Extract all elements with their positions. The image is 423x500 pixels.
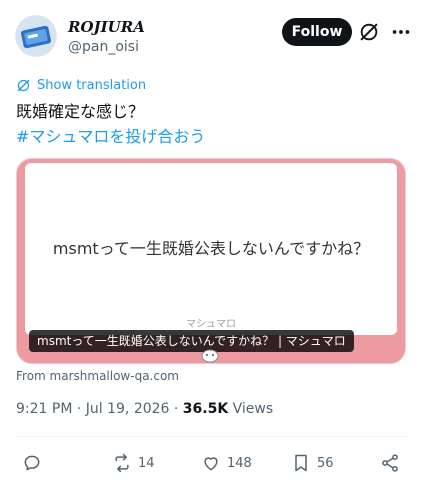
show-translation-link[interactable]: Show translation bbox=[16, 78, 146, 93]
card-brand-text: マシュマロ bbox=[186, 319, 236, 330]
show-translation-label: Show translation bbox=[37, 78, 147, 93]
like-button[interactable]: 148 bbox=[201, 446, 252, 480]
share-button[interactable] bbox=[380, 446, 400, 480]
repost-count: 14 bbox=[138, 455, 155, 471]
card-source-link[interactable]: From marshmallow-qa.com bbox=[16, 369, 179, 383]
bookmark-count: 56 bbox=[317, 455, 334, 471]
reply-icon bbox=[24, 455, 40, 471]
action-bar: 14 148 56 bbox=[0, 446, 423, 480]
tweet-text-line: 既婚確定な感じ？ bbox=[16, 102, 145, 121]
share-icon bbox=[382, 454, 398, 472]
tweet-timestamp[interactable]: 9:21 PM · Jul 19, 2026 · bbox=[16, 401, 183, 417]
translate-icon bbox=[17, 79, 30, 92]
link-card[interactable]: msmtって一生既婚公表しないんですかね？ マシュマロ msmtって一生既婚公表… bbox=[16, 158, 406, 364]
repost-button[interactable]: 14 bbox=[112, 446, 155, 480]
like-count: 148 bbox=[227, 455, 252, 471]
bookmark-icon bbox=[295, 454, 307, 472]
heart-icon bbox=[204, 457, 218, 471]
reply-button[interactable] bbox=[22, 446, 48, 480]
card-question-text: msmtって一生既婚公表しないんですかね？ bbox=[52, 239, 370, 258]
grok-icon[interactable] bbox=[358, 21, 380, 43]
tweet-text: 既婚確定な感じ？ #マシュマロを投げ合おう bbox=[16, 99, 205, 149]
views-label: Views bbox=[228, 401, 274, 417]
user-handle[interactable]: @pan_oisi bbox=[68, 39, 139, 55]
tweet-meta: 9:21 PM · Jul 19, 2026 · 36.5K Views bbox=[16, 401, 273, 417]
views-count: 36.5K bbox=[182, 401, 229, 417]
bookmark-button[interactable]: 56 bbox=[291, 446, 334, 480]
divider bbox=[16, 436, 406, 437]
hashtag-link[interactable]: #マシュマロを投げ合おう bbox=[16, 124, 205, 149]
follow-button[interactable]: Follow bbox=[282, 18, 352, 46]
marshmallow-mascot-icon bbox=[201, 349, 219, 363]
avatar-image bbox=[16, 16, 56, 56]
card-caption: msmtって一生既婚公表しないんですかね？ | マシュマロ bbox=[29, 330, 354, 352]
display-name[interactable]: ROJIURA bbox=[68, 18, 145, 36]
card-image: msmtって一生既婚公表しないんですかね？ マシュマロ bbox=[25, 163, 397, 335]
repost-icon bbox=[115, 453, 129, 473]
avatar[interactable] bbox=[16, 16, 56, 56]
more-options-icon[interactable] bbox=[390, 21, 412, 43]
